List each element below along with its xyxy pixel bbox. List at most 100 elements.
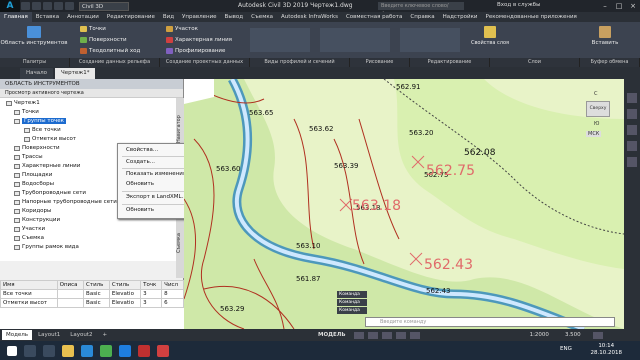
steering-wheel-icon[interactable]: [627, 93, 637, 103]
elevation-label[interactable]: 563.60: [216, 165, 241, 173]
tab-annotate[interactable]: Аннотации: [63, 12, 103, 22]
panel-profile-views[interactable]: Виды профилей и сечений: [250, 58, 350, 67]
edge-icon[interactable]: [81, 344, 93, 357]
elevation-label[interactable]: 563.20: [409, 129, 434, 137]
tree-item-pressure-networks[interactable]: Напорные трубопроводные сети: [14, 199, 117, 205]
tab-modify[interactable]: Редактирование: [103, 12, 159, 22]
maximize-icon[interactable]: □: [612, 0, 626, 12]
elevation-label[interactable]: 562.91: [396, 83, 421, 91]
model-space-toggle[interactable]: МОДЕЛЬ: [318, 332, 346, 338]
draw-tools[interactable]: [320, 28, 390, 52]
menu-item-update[interactable]: Обновить: [126, 181, 154, 187]
menu-item-export-landxml[interactable]: Экспорт в LandXML...: [126, 194, 187, 200]
tab-view[interactable]: Вид: [159, 12, 178, 22]
new-icon[interactable]: [21, 2, 30, 10]
col-label-style[interactable]: Стиль: [108, 280, 142, 290]
redo-icon[interactable]: [65, 2, 74, 10]
tab-drawing1[interactable]: Чертеж1*: [55, 68, 96, 79]
tab-model[interactable]: Модель: [2, 330, 33, 340]
skype-icon[interactable]: [119, 344, 131, 357]
elevation-label-large[interactable]: 563.18: [352, 198, 401, 214]
civil3d-icon[interactable]: [138, 344, 150, 357]
elevation-label-large[interactable]: 562.75: [426, 163, 475, 179]
menu-item-show-changes[interactable]: Показать изменения...: [126, 171, 191, 177]
tab-layout1[interactable]: Layout1: [34, 330, 64, 340]
tree-item-drawing[interactable]: Чертеж1: [6, 100, 40, 106]
tab-home[interactable]: Главная: [0, 12, 32, 22]
panel-design-data[interactable]: Создание проектных данных: [160, 58, 250, 67]
tree-item-points[interactable]: Точки: [14, 109, 39, 115]
search-icon[interactable]: [24, 344, 36, 357]
layer-properties-button[interactable]: Свойства слоя: [470, 26, 510, 46]
grid-icon[interactable]: [353, 331, 364, 339]
save-icon[interactable]: [43, 2, 52, 10]
tree-item-surfaces[interactable]: Поверхности: [14, 145, 60, 151]
elevation-label[interactable]: 563.62: [309, 125, 334, 133]
toolspace-button[interactable]: Область инструментов: [1, 26, 67, 46]
coordinate-value[interactable]: 3.500: [565, 332, 581, 338]
search-input[interactable]: Введите ключевое слово/фразу: [378, 2, 464, 17]
ucs-menu[interactable]: МСК: [586, 131, 602, 137]
app-icon[interactable]: [157, 344, 169, 357]
panel-modify[interactable]: Редактирование: [410, 58, 490, 67]
panel-draw[interactable]: Рисование: [350, 58, 410, 67]
feature-line-button[interactable]: Характерная линия: [166, 37, 232, 43]
tab-infraworks[interactable]: Autodesk InfraWorks: [277, 12, 342, 22]
col-name[interactable]: Имя: [0, 280, 58, 290]
tab-manage[interactable]: Управление: [178, 12, 221, 22]
open-icon[interactable]: [32, 2, 41, 10]
panel-ground-data[interactable]: Создание данных рельефа: [70, 58, 160, 67]
viewcube-top-face[interactable]: Сверху: [586, 101, 610, 117]
tab-insert[interactable]: Вставка: [32, 12, 63, 22]
elevation-label-large[interactable]: 562.43: [424, 257, 473, 273]
tab-start[interactable]: Начало: [20, 68, 54, 79]
tree-item-alignments[interactable]: Трассы: [14, 154, 43, 160]
ortho-icon[interactable]: [381, 331, 392, 339]
workspace-select[interactable]: Civil 3D: [79, 1, 129, 11]
signin-button[interactable]: Вход в службы: [497, 2, 540, 8]
traverse-button[interactable]: Теодолитный ход: [80, 48, 140, 54]
tab-collaborate[interactable]: Совместная работа: [342, 12, 406, 22]
toolspace-view-select[interactable]: Просмотр активного чертежа: [0, 89, 183, 98]
explorer-icon[interactable]: [62, 344, 74, 357]
grading-button[interactable]: Профилирование: [166, 48, 225, 54]
undo-icon[interactable]: [54, 2, 63, 10]
annotation-scale[interactable]: 1:2000: [530, 332, 549, 338]
app-menu-button[interactable]: A: [0, 0, 20, 12]
panel-layers[interactable]: Слои: [490, 58, 580, 67]
language-indicator[interactable]: ENG: [560, 346, 572, 352]
points-button[interactable]: Точки: [80, 26, 106, 32]
tab-layout2[interactable]: Layout2: [66, 330, 96, 340]
elevation-label[interactable]: 563.39: [334, 162, 359, 170]
col-desc[interactable]: Описа: [56, 280, 85, 290]
paste-button[interactable]: Вставить: [590, 26, 620, 46]
elevation-label[interactable]: 563.65: [249, 109, 274, 117]
menu-item-create[interactable]: Создать...: [126, 159, 155, 165]
minimize-icon[interactable]: –: [598, 0, 612, 12]
task-view-icon[interactable]: [43, 344, 55, 357]
elevation-label[interactable]: 563.10: [296, 242, 321, 250]
tab-survey-vertical[interactable]: Съемка: [176, 218, 184, 268]
orbit-icon[interactable]: [627, 141, 637, 151]
parcel-button[interactable]: Участок: [166, 26, 198, 32]
tab-addins[interactable]: Надстройки: [439, 12, 482, 22]
tab-survey[interactable]: Съемка: [247, 12, 277, 22]
windows-start-icon[interactable]: [7, 345, 17, 356]
menu-item-refresh[interactable]: Обновить: [126, 207, 154, 213]
elevation-label[interactable]: 562.08: [464, 148, 496, 158]
drawing-canvas[interactable]: 562.91 563.65 563.62 563.20 562.08 563.6…: [184, 79, 624, 329]
chrome-icon[interactable]: [100, 344, 112, 357]
col-style[interactable]: Стиль: [83, 280, 110, 290]
modify-tools[interactable]: [400, 28, 460, 52]
tree-item-feature-lines[interactable]: Характерные линии: [14, 163, 80, 169]
polar-icon[interactable]: [395, 331, 406, 339]
tree-item-pipe-networks[interactable]: Трубопроводные сети: [14, 190, 86, 196]
showmotion-icon[interactable]: [627, 157, 637, 167]
tree-item-survey[interactable]: Съемка: [14, 235, 44, 241]
surfaces-button[interactable]: Поверхности: [80, 37, 127, 43]
table-row[interactable]: Все точки Basic Elevatio 3 8: [0, 289, 184, 299]
tree-item-corridors[interactable]: Коридоры: [14, 208, 51, 214]
tree-item-all-points[interactable]: Все точки: [24, 127, 61, 133]
tab-featured-apps[interactable]: Рекомендованные приложения: [482, 12, 581, 22]
panel-palettes[interactable]: Палитры: [0, 58, 70, 67]
